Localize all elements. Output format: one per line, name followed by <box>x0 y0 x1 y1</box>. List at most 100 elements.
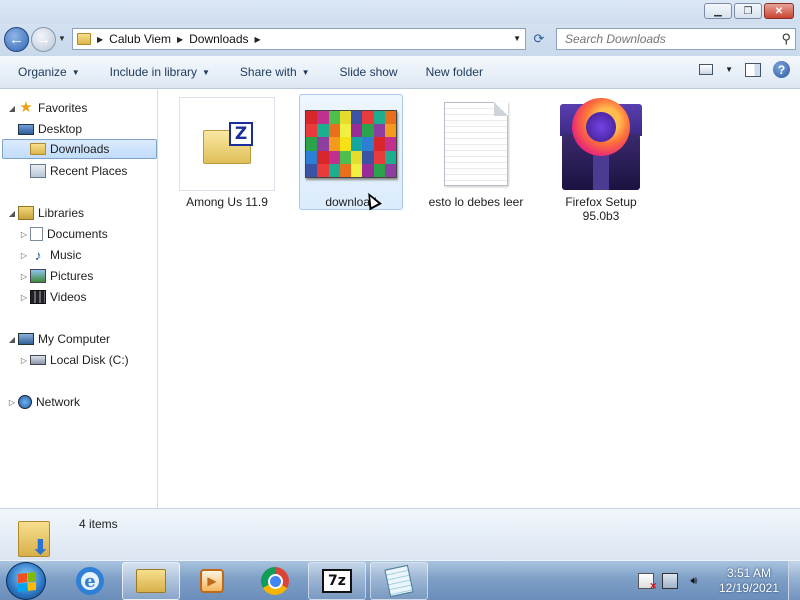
collapse-triangle-icon[interactable]: ▷ <box>18 293 30 302</box>
taskbar-internet-explorer[interactable]: e <box>61 562 119 600</box>
thumbnail-cell <box>362 111 374 125</box>
chevron-down-icon: ▼ <box>301 67 310 77</box>
clock-time: 3:51 AM <box>726 566 772 580</box>
nav-music[interactable]: ▷ ♪ Music <box>18 245 81 265</box>
collapse-triangle-icon[interactable]: ▷ <box>18 356 30 365</box>
search-box[interactable]: ⚲ <box>556 28 796 50</box>
taskbar-7zip[interactable]: 7z <box>308 562 366 600</box>
address-row: ← → ▼ ▶ Calub Viem ▶ Downloads ▶ ▼ ⟳ ⚲ <box>0 24 800 56</box>
breadcrumb-arrow-icon[interactable]: ▶ <box>97 35 103 44</box>
thumbnail-cell <box>373 111 385 125</box>
breadcrumb-user[interactable]: Calub Viem <box>109 32 171 46</box>
network-tray-icon[interactable] <box>662 573 678 589</box>
nav-recent-places[interactable]: Recent Places <box>30 161 127 181</box>
collapse-triangle-icon[interactable]: ▷ <box>18 230 30 239</box>
thumbnail-cell <box>306 163 318 177</box>
expand-triangle-icon[interactable]: ◢ <box>6 335 18 344</box>
nav-libraries-label: Libraries <box>38 206 85 220</box>
nav-pictures[interactable]: ▷ Pictures <box>18 266 93 286</box>
volume-icon[interactable]: 🔊︎ <box>686 573 702 589</box>
taskbar-notepad[interactable] <box>370 562 428 600</box>
share-with-button[interactable]: Share with ▼ <box>231 59 319 85</box>
thumbnail-cell <box>328 150 340 164</box>
breadcrumb-arrow-icon[interactable]: ▶ <box>177 35 183 44</box>
notepad-icon <box>384 564 414 598</box>
computer-icon <box>18 333 34 345</box>
file-name: esto lo debes leer <box>428 195 524 209</box>
nav-desktop[interactable]: Desktop <box>18 119 82 139</box>
chevron-down-icon: ▼ <box>71 67 80 77</box>
show-desktop-button[interactable] <box>788 561 800 600</box>
include-in-library-button[interactable]: Include in library ▼ <box>101 59 219 85</box>
organize-button[interactable]: Organize ▼ <box>9 59 89 85</box>
thumbnail-cell <box>351 124 363 138</box>
taskbar-chrome[interactable] <box>246 562 304 600</box>
file-name: download <box>325 195 377 209</box>
nav-documents-label: Documents <box>47 227 108 241</box>
network-icon <box>18 395 32 409</box>
collapse-triangle-icon[interactable]: ▷ <box>18 251 30 260</box>
slide-show-button[interactable]: Slide show <box>331 59 407 85</box>
collapse-triangle-icon[interactable]: ▷ <box>6 398 18 407</box>
thumbnail-cell <box>362 137 374 151</box>
nav-favorites[interactable]: ◢ ★ Favorites <box>6 98 87 118</box>
thumbnail-cell <box>317 137 329 151</box>
refresh-button[interactable]: ⟳ <box>528 28 550 50</box>
details-pane: ⬇ 4 items <box>0 508 800 560</box>
image-thumbnail <box>305 110 397 178</box>
internet-explorer-icon: e <box>76 567 104 595</box>
file-item[interactable]: esto lo debes leer <box>424 96 528 209</box>
file-item[interactable]: Z Among Us 11.9 <box>175 96 279 209</box>
thumbnail-cell <box>317 111 329 125</box>
nav-my-computer[interactable]: ◢ My Computer <box>6 329 110 349</box>
nav-documents[interactable]: ▷ Documents <box>18 224 108 244</box>
explorer-folder-icon <box>136 569 166 593</box>
thumbnail-cell <box>328 111 340 125</box>
breadcrumb-arrow-icon[interactable]: ▶ <box>255 35 261 44</box>
nav-videos[interactable]: ▷ Videos <box>18 287 86 307</box>
thumbnail-cell <box>339 150 351 164</box>
search-icon[interactable]: ⚲ <box>781 31 791 47</box>
taskbar: e ▶ 7z 🔊︎ 3:51 AM 12/19/2021 <box>0 560 800 600</box>
close-button[interactable]: ✕ <box>764 3 794 19</box>
new-folder-button[interactable]: New folder <box>417 59 492 85</box>
address-bar[interactable]: ▶ Calub Viem ▶ Downloads ▶ ▼ <box>72 28 526 50</box>
file-item[interactable]: Firefox Setup 95.0b3 <box>549 96 653 223</box>
change-view-icon[interactable] <box>699 64 714 75</box>
back-button[interactable]: ← <box>4 27 29 52</box>
file-name: Firefox Setup 95.0b3 <box>565 195 637 223</box>
thumbnail-cell <box>339 137 351 151</box>
taskbar-windows-explorer[interactable] <box>122 562 180 600</box>
forward-button[interactable]: → <box>31 27 56 52</box>
search-input[interactable] <box>565 29 765 49</box>
clock[interactable]: 3:51 AM 12/19/2021 <box>710 566 788 596</box>
text-document-icon <box>444 102 508 186</box>
action-center-icon[interactable] <box>638 573 657 592</box>
forward-arrow-icon: → <box>36 31 51 48</box>
thumbnail-cell <box>373 163 385 177</box>
file-item-selected[interactable]: download <box>299 94 403 210</box>
nav-local-disk[interactable]: ▷ Local Disk (C:) <box>18 350 129 370</box>
preview-pane-icon[interactable] <box>745 62 761 77</box>
maximize-button[interactable]: ❐ <box>734 3 762 19</box>
help-icon[interactable]: ? <box>773 61 790 78</box>
chevron-down-icon[interactable]: ▼ <box>725 65 733 74</box>
thumbnail-cell <box>351 150 363 164</box>
chevron-down-icon[interactable]: ▼ <box>513 34 521 43</box>
nav-network[interactable]: ▷ Network <box>6 392 80 412</box>
start-button[interactable] <box>6 562 46 600</box>
collapse-triangle-icon[interactable]: ▷ <box>18 272 30 281</box>
taskbar-media-player[interactable]: ▶ <box>183 562 241 600</box>
expand-triangle-icon[interactable]: ◢ <box>6 209 18 218</box>
nav-downloads[interactable]: Downloads <box>2 139 157 159</box>
thumbnail-cell <box>328 124 340 138</box>
thumbnail-cell <box>339 111 351 125</box>
expand-triangle-icon[interactable]: ◢ <box>6 104 18 113</box>
nav-libraries[interactable]: ◢ Libraries <box>6 203 84 223</box>
thumbnail-cell <box>362 163 374 177</box>
minimize-button[interactable]: ▁ <box>704 3 732 19</box>
breadcrumb-downloads[interactable]: Downloads <box>189 32 248 46</box>
recent-pages-dropdown[interactable]: ▼ <box>58 34 66 43</box>
nav-my-computer-label: My Computer <box>38 332 111 346</box>
file-name: Among Us 11.9 <box>186 195 268 209</box>
